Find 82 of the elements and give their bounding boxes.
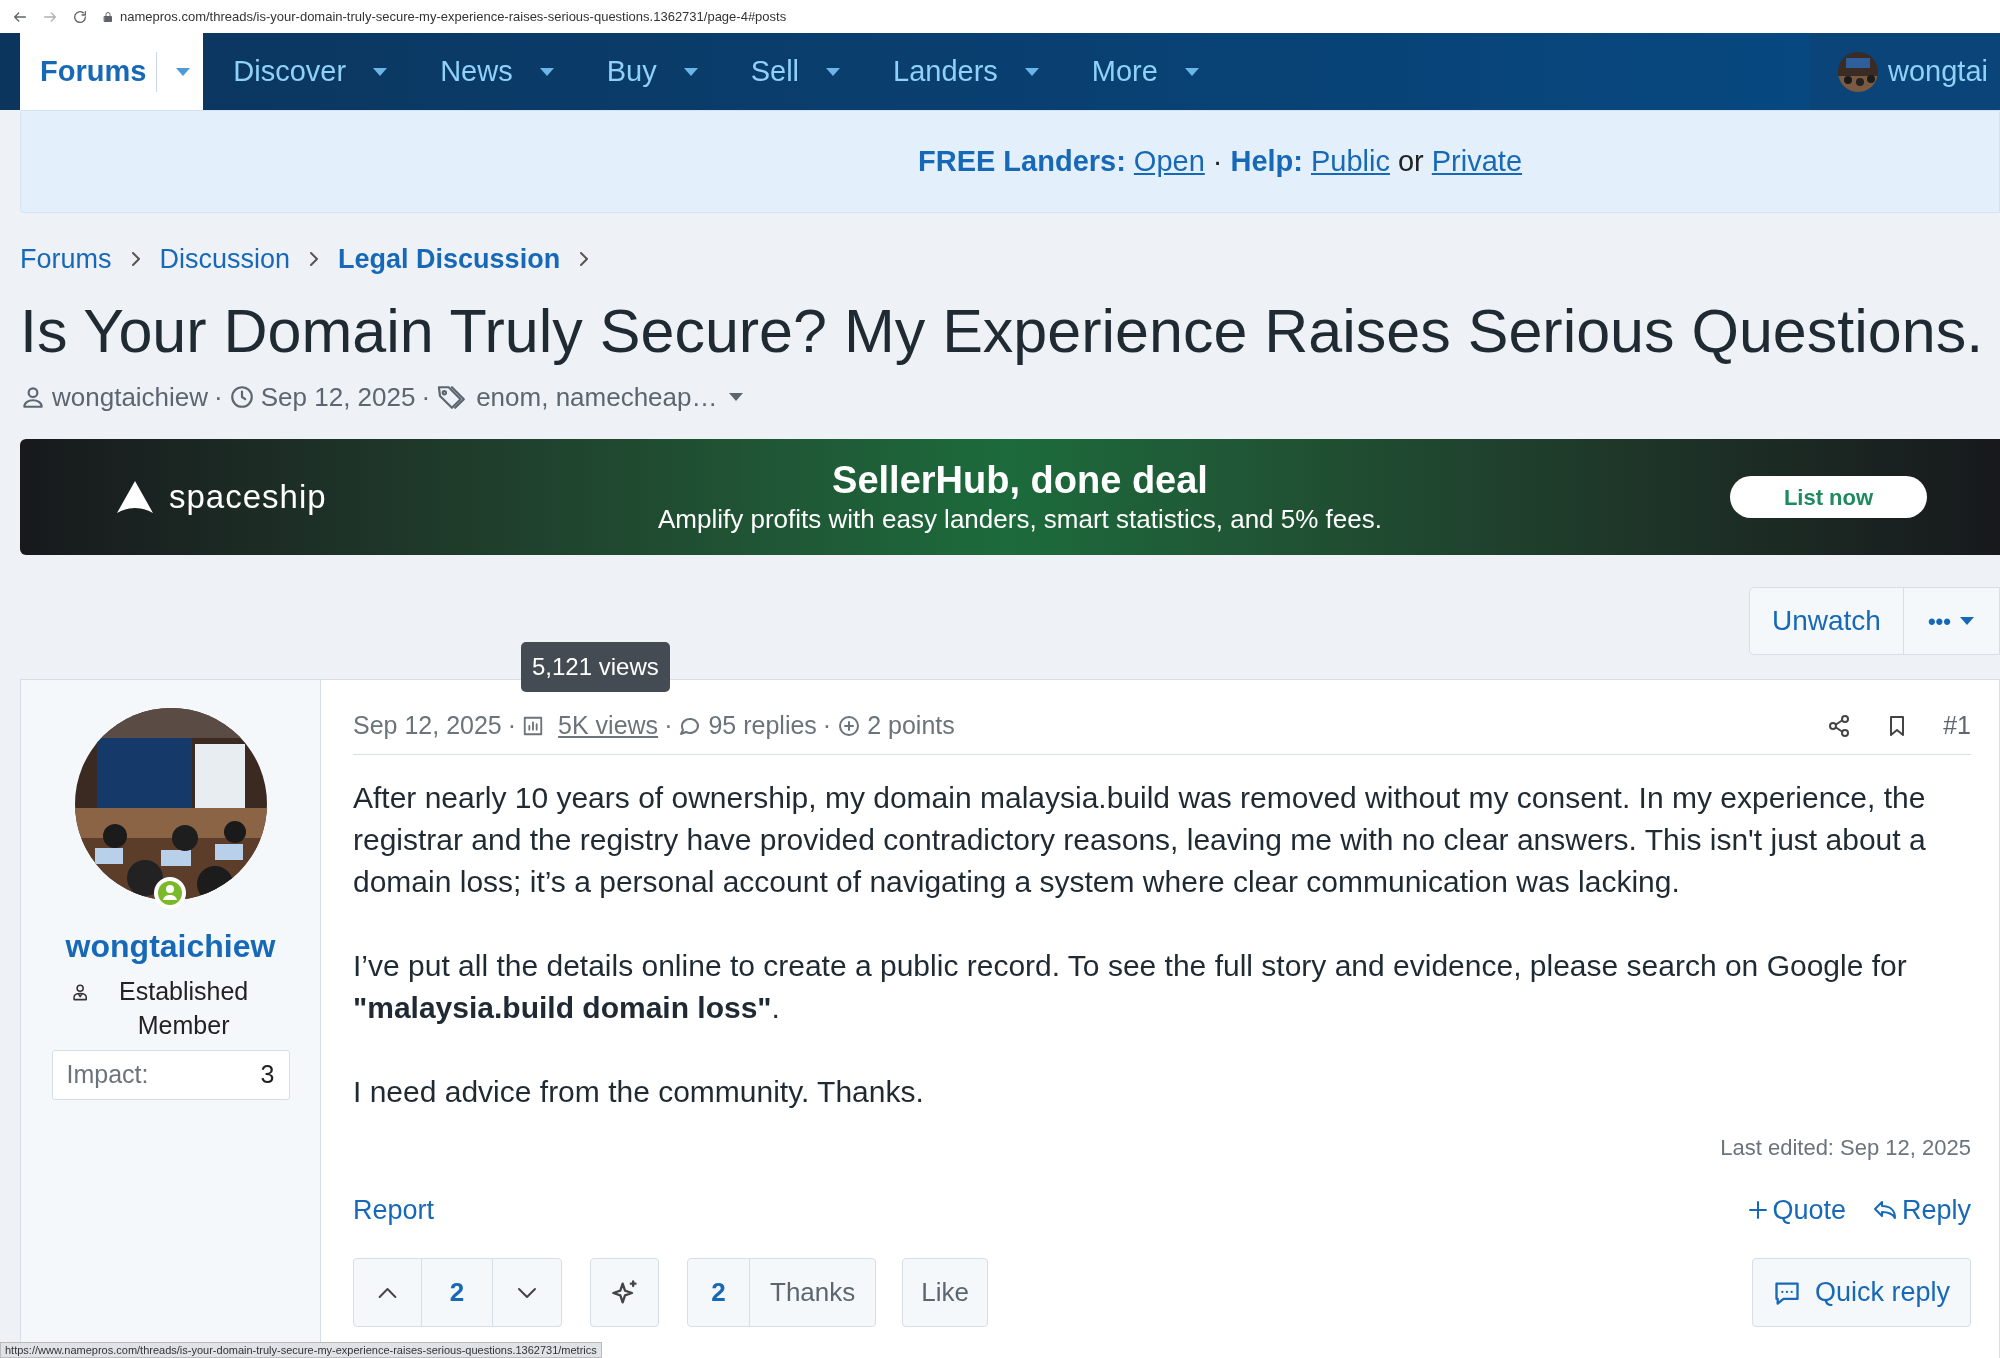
ad-headline: SellerHub, done deal bbox=[832, 458, 1208, 502]
notice-text: or bbox=[1397, 143, 1424, 179]
plus-circle-icon bbox=[837, 714, 862, 738]
caret-icon bbox=[538, 66, 555, 77]
reload-icon[interactable] bbox=[72, 8, 88, 25]
notice-link[interactable]: Private bbox=[1431, 139, 1523, 184]
views-link[interactable]: 5K views bbox=[558, 707, 659, 745]
quote-link[interactable]: Quote bbox=[1748, 1189, 1846, 1231]
report-link[interactable]: Report bbox=[353, 1189, 435, 1231]
nav-tab[interactable]: News bbox=[420, 33, 575, 110]
notice-text: · bbox=[1212, 143, 1223, 179]
user-title: Established Member bbox=[118, 976, 250, 1041]
impact-value: 3 bbox=[260, 1059, 275, 1091]
caret-icon bbox=[682, 66, 699, 77]
last-edited-text: Last edited: Sep 12, 2025 bbox=[1719, 1134, 1971, 1162]
lock-icon bbox=[102, 10, 114, 23]
replies-count: 95 replies bbox=[708, 710, 817, 742]
separator-dot: · bbox=[822, 710, 832, 742]
reaction-count: 2 bbox=[688, 1259, 750, 1326]
spaceship-logo-icon bbox=[115, 479, 155, 515]
notice-link[interactable]: Open bbox=[1133, 139, 1205, 184]
ad-brand: spaceship bbox=[169, 477, 327, 518]
address-bar-url[interactable]: namepros.com/threads/is-your-domain-truly-secure-my-experience-raises-serious-questions.1362731/page-4#posts bbox=[120, 6, 787, 27]
thread-tags[interactable]: enom, namecheap… bbox=[476, 377, 718, 417]
points-count: 2 points bbox=[867, 710, 955, 742]
caret-icon bbox=[175, 66, 192, 77]
ad-banner[interactable]: spaceship SellerHub, done deal Amplify profits with easy landers, smart statistics, and 5% fees. List now bbox=[20, 439, 2000, 555]
user-icon bbox=[20, 384, 46, 410]
reaction-label: Thanks bbox=[769, 1276, 857, 1309]
ai-summary-button[interactable] bbox=[590, 1258, 659, 1327]
caret-icon bbox=[1183, 66, 1200, 77]
post-date[interactable]: Sep 12, 2025 bbox=[353, 707, 502, 745]
chevron-right-icon bbox=[578, 251, 591, 267]
more-options-button[interactable]: ••• bbox=[1903, 588, 1999, 654]
caret-icon bbox=[825, 66, 841, 77]
clock-icon bbox=[228, 384, 255, 410]
notice-label: FREE Landers: bbox=[917, 143, 1126, 179]
thanks-reaction[interactable]: 2 Thanks bbox=[687, 1258, 877, 1327]
nav-tab[interactable]: Landers bbox=[873, 33, 1060, 110]
user-menu[interactable]: wongtai bbox=[1810, 33, 2000, 110]
vote-count: 2 bbox=[422, 1259, 493, 1326]
list-now-button[interactable]: List now bbox=[1730, 476, 1927, 518]
post-author-name[interactable]: wongtaichiew bbox=[65, 922, 276, 970]
separator-dot: · bbox=[421, 380, 431, 414]
separator-dot: · bbox=[507, 710, 517, 742]
chevron-right-icon bbox=[129, 251, 142, 267]
notice-label: Help: bbox=[1230, 143, 1303, 179]
share-icon[interactable] bbox=[1827, 714, 1852, 738]
nav-tab[interactable]: Forums bbox=[20, 33, 204, 110]
nav-tab[interactable]: Discover bbox=[213, 33, 409, 110]
reply-icon bbox=[1871, 1198, 1898, 1222]
views-tooltip: 5,121 views bbox=[521, 642, 670, 692]
bar-chart-icon bbox=[522, 715, 545, 737]
breadcrumb-link[interactable]: Legal Discussion bbox=[338, 238, 561, 280]
reply-link[interactable]: Reply bbox=[1871, 1189, 1971, 1231]
ad-text: Amplify profits with easy landers, smart statistics, and 5% fees. bbox=[658, 503, 1382, 536]
status-bar-url: https://www.namepros.com/threads/is-your-domain-truly-secure-my-experience-raises-serious-questions.1362731/metrics bbox=[0, 1342, 602, 1358]
nav-tab[interactable]: Buy bbox=[586, 33, 719, 110]
post-paragraph: I need advice from the community. Thanks. bbox=[353, 1074, 925, 1110]
thread-author[interactable]: wongtaichiew bbox=[52, 377, 209, 417]
post-number-link[interactable]: #1 bbox=[1943, 707, 1971, 745]
notice-link[interactable]: Public bbox=[1310, 139, 1390, 184]
unwatch-button[interactable]: Unwatch bbox=[1749, 588, 1904, 654]
post-paragraph: After nearly 10 years of ownership, my domain malaysia.build was removed without my consent. In my experience, the registrar and the registry have provided contradictory reasons, leaving me with no clear answers. This isn't just about a domain loss; it’s a personal account of navigating a system where clear communication was lacking. bbox=[353, 780, 1927, 900]
nav-tab[interactable]: More bbox=[1071, 33, 1220, 110]
impact-label: Impact: bbox=[66, 1059, 149, 1091]
quick-reply-button[interactable]: Quick reply bbox=[1751, 1258, 1971, 1327]
caret-icon bbox=[727, 392, 744, 402]
nav-tab[interactable]: Sell bbox=[730, 33, 861, 110]
chevron-right-icon bbox=[308, 251, 321, 267]
plus-icon bbox=[1748, 1200, 1769, 1220]
caret-icon bbox=[372, 66, 389, 77]
thread-title: Is Your Domain Truly Secure? My Experience Raises Serious Questions. bbox=[20, 296, 1985, 367]
caret-icon bbox=[1023, 66, 1040, 77]
like-button[interactable]: Like bbox=[902, 1258, 988, 1327]
separator-dot: · bbox=[214, 380, 223, 414]
separator-dot: · bbox=[664, 710, 673, 742]
thread-date: Sep 12, 2025 bbox=[260, 380, 416, 414]
breadcrumb-link[interactable]: Discussion bbox=[159, 238, 291, 280]
caret-icon bbox=[1959, 616, 1975, 626]
post-paragraph: I’ve put all the details online to create a public record. To see the full story and evidence, please search on Google for "malaysia.build domain loss". bbox=[353, 948, 1908, 1026]
breadcrumb-link[interactable]: Forums bbox=[20, 238, 112, 280]
